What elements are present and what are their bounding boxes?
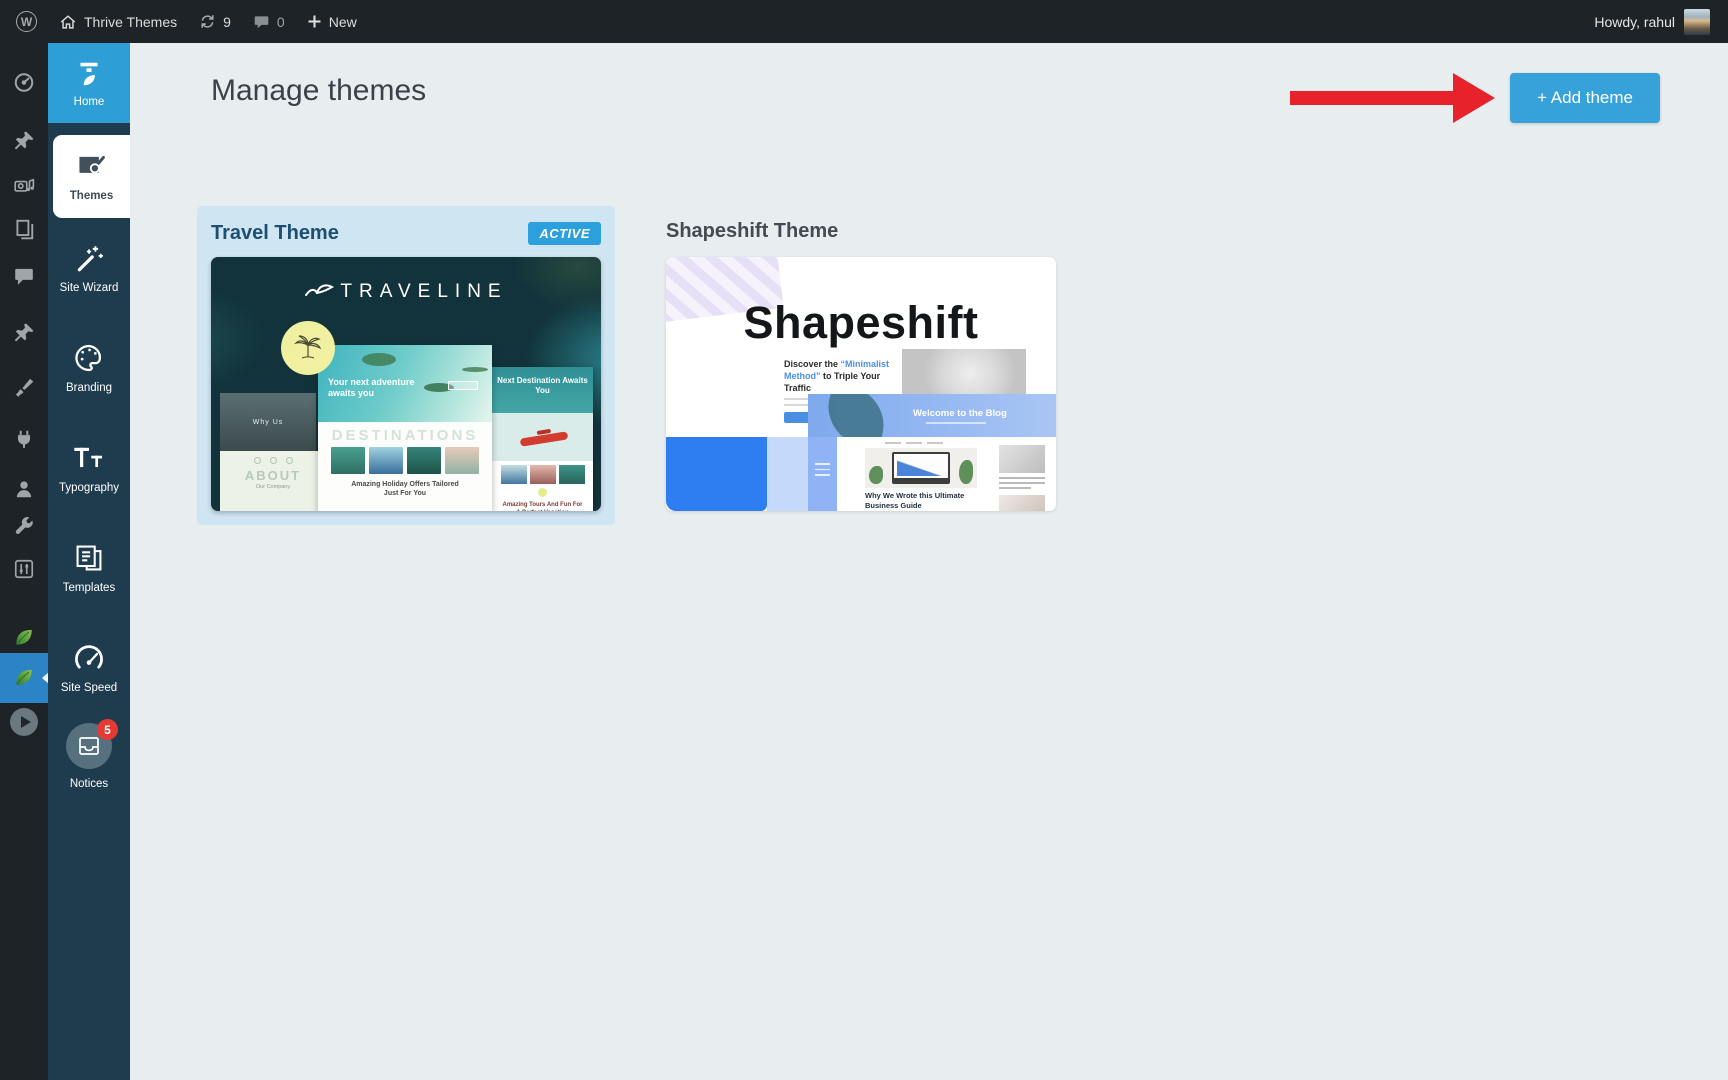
mini-button (448, 381, 478, 390)
sidebar-item-label: Templates (63, 582, 115, 594)
theme-name: Shapeshift Theme (666, 220, 1057, 246)
palm-badge-icon (281, 321, 335, 375)
dot-icon (538, 488, 547, 497)
blue-block-graphic (666, 437, 767, 511)
templates-icon (73, 543, 105, 573)
sidebar-thumb (999, 445, 1045, 473)
thrive-sidebar: Home Themes Site Wizard (48, 43, 130, 1080)
theme-preview-shapeshift: Shapeshift Discover the “Minimalist Meth… (666, 257, 1056, 511)
blog-banner: Welcome to the Blog (808, 394, 1056, 437)
travel-why-us-panel: Why Us (220, 393, 316, 451)
theme-name: Travel Theme (211, 222, 339, 245)
status-badge: ACTIVE (528, 222, 601, 245)
pin-plugin-icon[interactable] (13, 322, 35, 344)
sidebar-item-typography[interactable]: Typography (48, 443, 130, 494)
theme-card-travel[interactable]: Travel Theme ACTIVE TRAVELINE (197, 206, 615, 525)
travel-about-panel: ABOUT Our Company (220, 451, 326, 511)
updates-menu[interactable]: 9 (188, 0, 242, 43)
comment-icon (253, 13, 270, 30)
plus-icon (307, 14, 322, 29)
sidebar-item-label: Branding (66, 382, 112, 394)
pages-icon[interactable] (13, 218, 35, 240)
new-label: New (329, 14, 357, 30)
site-name-label: Thrive Themes (84, 14, 177, 30)
add-theme-button[interactable]: + Add theme (1510, 73, 1660, 123)
themes-grid: Travel Theme ACTIVE TRAVELINE (197, 206, 1057, 525)
person-photo (902, 349, 1026, 394)
main-content: Manage themes + Add theme Travel Theme A… (130, 43, 1728, 1080)
medium-blue-column (808, 437, 837, 511)
home-icon (59, 13, 77, 31)
sidebar-item-site-wizard[interactable]: Site Wizard (48, 243, 130, 294)
settings-sliders-icon[interactable] (13, 558, 35, 580)
comments-count: 0 (277, 14, 285, 30)
new-menu[interactable]: New (296, 0, 368, 43)
admin-bar: W Thrive Themes 9 0 New (0, 0, 1728, 43)
tools-wrench-icon[interactable] (13, 515, 35, 537)
themes-brush-icon (76, 151, 108, 181)
light-blue-column (767, 437, 808, 511)
sidebar-item-branding[interactable]: Branding (48, 343, 130, 394)
blog-section: Why We Wrote this Ultimate Business Guid… (837, 437, 1056, 511)
article-title: Why We Wrote this Ultimate Business Guid… (865, 491, 995, 511)
magic-wand-icon (74, 243, 104, 273)
sidebar-item-label: Notices (70, 778, 108, 790)
travel-destination-page: Next Destination Awaits You Amazing Tour… (492, 367, 593, 511)
avatar (1684, 9, 1710, 35)
notices-circle: 5 (66, 723, 112, 769)
comments-menu[interactable]: 0 (242, 0, 296, 43)
bird-icon (304, 283, 334, 301)
sidebar-item-templates[interactable]: Templates (48, 543, 130, 594)
sidebar-item-themes[interactable]: Themes (53, 135, 130, 218)
sidebar-item-site-speed[interactable]: Site Speed (48, 643, 130, 694)
traveline-logo: TRAVELINE (211, 281, 601, 303)
dashboard-icon[interactable] (13, 71, 35, 93)
travel-home-page: Your next adventure awaits you DESTINATI… (318, 345, 492, 511)
play-plugin-icon[interactable] (10, 708, 38, 736)
annotation-arrow-shaft (1290, 91, 1453, 105)
wordpress-logo-menu[interactable]: W (16, 0, 48, 43)
shapeshift-logo: Shapeshift (666, 297, 1056, 349)
thrive-home-icon (74, 59, 104, 89)
palette-icon (73, 343, 105, 373)
comments-icon[interactable] (13, 265, 35, 287)
sidebar-item-label: Themes (70, 190, 113, 202)
wordpress-logo-icon: W (16, 11, 37, 32)
posts-pin-icon[interactable] (13, 130, 35, 152)
inbox-icon (77, 735, 101, 757)
updates-count: 9 (223, 14, 231, 30)
sidebar-item-label: Site Speed (61, 682, 117, 694)
speedometer-icon (73, 643, 105, 673)
leaf-graphic (820, 394, 892, 437)
seaplane-graphic (520, 431, 569, 446)
thrive-leaf-icon[interactable] (13, 626, 35, 648)
wp-rail-item-thrive-active[interactable] (0, 653, 48, 703)
sidebar-item-label: Site Wizard (60, 282, 119, 294)
sidebar-item-label: Typography (59, 482, 119, 494)
sidebar-item-label: Home (74, 96, 105, 108)
sidebar-item-notices[interactable]: 5 Notices (48, 723, 130, 790)
thrive-leaf-active-icon (13, 666, 35, 688)
laptop-photo (865, 448, 977, 488)
site-name-link[interactable]: Thrive Themes (48, 0, 188, 43)
theme-card-shapeshift[interactable]: Shapeshift Theme Shapeshift Discover the… (666, 206, 1057, 511)
wp-admin-rail (0, 43, 48, 1080)
account-menu[interactable]: Howdy, rahul (1594, 9, 1712, 35)
page-title: Manage themes (211, 74, 426, 108)
sidebar-item-home[interactable]: Home (48, 43, 130, 123)
greeting-label: Howdy, rahul (1594, 14, 1675, 30)
typography-icon (72, 443, 106, 473)
annotation-arrow-head (1453, 73, 1495, 123)
media-icon[interactable] (13, 175, 35, 197)
sidebar-thumb (999, 495, 1045, 511)
notices-badge: 5 (97, 719, 118, 740)
wordpress-admin-screen: W Thrive Themes 9 0 New (0, 0, 1728, 1080)
theme-preview-travel: TRAVELINE Why Us ABOUT Our Co (211, 257, 601, 511)
appearance-brush-icon[interactable] (13, 375, 35, 397)
users-icon[interactable] (13, 478, 35, 500)
updates-icon (199, 13, 216, 30)
plugins-icon[interactable] (13, 428, 35, 450)
